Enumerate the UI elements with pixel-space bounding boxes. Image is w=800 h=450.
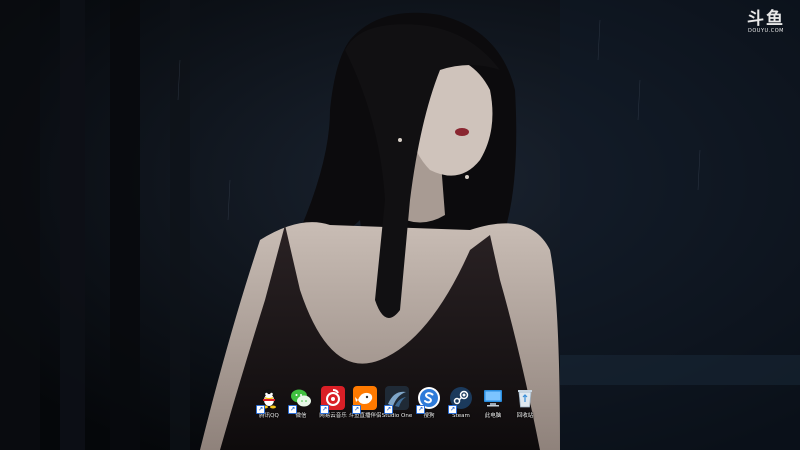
desktop-icon-recycle-bin[interactable]: 回收站 xyxy=(509,386,541,426)
shortcut-arrow-icon: ↗ xyxy=(416,405,425,414)
shortcut-arrow-icon: ↗ xyxy=(288,405,297,414)
watermark-logo: 斗鱼 xyxy=(747,9,785,29)
desktop-icon-douyu-companion[interactable]: ↗ 斗鱼直播伴侣 xyxy=(348,386,382,426)
recycle-bin-icon xyxy=(513,386,537,410)
desktop-icon-wechat[interactable]: ↗ 微信 xyxy=(285,386,317,426)
desktop-icon-label: 回收站 xyxy=(516,413,534,419)
desktop-icon-this-pc[interactable]: 此电脑 xyxy=(477,386,509,426)
this-pc-icon xyxy=(481,386,505,410)
desktop-icon-label: 腾讯QQ xyxy=(259,413,279,419)
shortcut-arrow-icon: ↗ xyxy=(256,405,265,414)
watermark-sub: DOUYU.COM xyxy=(748,28,784,34)
douyu-watermark: 斗鱼 DOUYU.COM xyxy=(741,10,791,40)
desktop-icon-row: ↗ 腾讯QQ ↗ 微信 ↗ 网易云音乐 ↗ 斗鱼直播伴侣 ↗ Studio On… xyxy=(253,386,541,426)
desktop-icon-label: Studio One xyxy=(381,413,413,419)
shortcut-arrow-icon: ↗ xyxy=(352,405,361,414)
desktop-icon-label: Steam xyxy=(452,413,470,419)
desktop-icon-qq[interactable]: ↗ 腾讯QQ xyxy=(253,386,285,426)
desktop-icon-steam[interactable]: ↗ Steam xyxy=(445,386,477,426)
desktop-icon-label: 微信 xyxy=(295,413,307,419)
desktop-icon-label: 斗鱼直播伴侣 xyxy=(348,413,382,419)
desktop-icon-label: 此电脑 xyxy=(484,413,502,419)
desktop-wallpaper xyxy=(0,0,800,450)
shortcut-arrow-icon: ↗ xyxy=(448,405,457,414)
desktop-icon-label: 网易云音乐 xyxy=(319,413,347,419)
desktop-icon-studio-one[interactable]: ↗ Studio One xyxy=(381,386,413,426)
desktop-icon-netease-music[interactable]: ↗ 网易云音乐 xyxy=(317,386,349,426)
shortcut-arrow-icon: ↗ xyxy=(320,405,329,414)
desktop-icon-label: 搜狗 xyxy=(423,413,435,419)
desktop-icon-sogou[interactable]: ↗ 搜狗 xyxy=(413,386,445,426)
shortcut-arrow-icon: ↗ xyxy=(384,405,393,414)
